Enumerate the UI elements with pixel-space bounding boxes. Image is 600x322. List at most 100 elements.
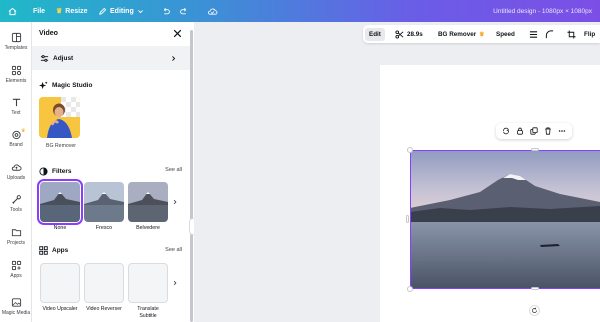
elements-icon	[11, 65, 21, 76]
adjust-row[interactable]: Adjust	[32, 46, 190, 70]
apps-see-all-link[interactable]: See all	[165, 247, 182, 253]
editing-mode-button[interactable]: Editing	[98, 0, 144, 22]
more-options-icon[interactable]	[558, 127, 566, 135]
editing-label: Editing	[110, 7, 134, 15]
rail-item-tools[interactable]: Tools	[0, 194, 32, 213]
filters-heading: Filters	[39, 167, 72, 176]
speed-button[interactable]: Speed	[496, 25, 515, 43]
video-frame-image	[410, 150, 600, 289]
app-video-reverser-label: Video Reverser	[86, 306, 122, 312]
filter-none[interactable]	[37, 179, 83, 225]
filters-see-all-link[interactable]: See all	[165, 167, 182, 173]
rail-item-projects[interactable]: Projects	[0, 227, 32, 246]
rail-label-tools: Tools	[10, 207, 22, 213]
adjust-label: Adjust	[53, 54, 74, 62]
context-toolbar: Edit 28.9s BG Remover ♛ Speed Flip	[363, 25, 600, 43]
panel-title: Video	[39, 30, 58, 37]
replace-icon[interactable]	[502, 127, 510, 135]
home-button[interactable]	[8, 0, 17, 22]
element-floating-toolbar	[496, 123, 572, 139]
undo-icon	[161, 7, 171, 16]
resize-handle-top[interactable]	[531, 148, 539, 151]
apps-heading: Apps	[39, 246, 68, 255]
crop-button[interactable]	[567, 25, 576, 43]
video-element[interactable]	[410, 150, 600, 289]
flip-label: Flip	[584, 30, 596, 38]
app-video-reverser[interactable]	[84, 263, 124, 303]
bg-remover-button[interactable]: BG Remover ♛	[438, 25, 485, 43]
rail-label-elements: Elements	[5, 78, 27, 84]
chevron-right-icon	[173, 280, 177, 286]
rotate-handle[interactable]	[529, 305, 540, 316]
crop-icon	[567, 29, 576, 39]
apps-icon	[11, 260, 21, 271]
rail-item-elements[interactable]: Elements	[0, 65, 32, 84]
filter-belvedere[interactable]	[128, 182, 168, 222]
lock-icon[interactable]	[516, 127, 524, 135]
apps-scroll-right-button[interactable]	[170, 263, 180, 303]
sparkle-icon	[39, 81, 48, 90]
rail-item-uploads[interactable]: Uploads	[0, 162, 32, 181]
edit-label: Edit	[369, 30, 381, 38]
file-menu[interactable]: File	[33, 0, 45, 22]
resize-button[interactable]: ♛ Resize	[56, 0, 87, 22]
filters-label: Filters	[52, 168, 72, 175]
undo-button[interactable]	[161, 0, 171, 22]
pencil-icon	[98, 7, 107, 16]
app-translate-subtitle[interactable]	[128, 263, 168, 303]
bg-remover-tool-label: BG Remover	[438, 30, 477, 38]
design-title: Untitled design - 1080px × 1080px	[493, 7, 592, 15]
edit-button[interactable]: Edit	[365, 27, 385, 41]
resize-handle-top-left[interactable]	[407, 147, 413, 153]
bg-remover-thumbnail[interactable]	[39, 97, 80, 138]
rail-item-templates[interactable]: Templates	[0, 32, 32, 51]
rail-label-brand: Brand	[9, 142, 23, 148]
duration-label: 28.9s	[407, 30, 423, 38]
video-panel: Video Adjust Magic Studio BG Remover Fil…	[32, 22, 190, 322]
flip-button[interactable]: Flip	[584, 25, 595, 43]
filter-fresco-label: Fresco	[95, 225, 113, 231]
scissors-icon	[395, 29, 404, 39]
trim-button[interactable]: 28.9s	[395, 25, 423, 43]
filter-fresco-thumbnail	[84, 182, 124, 222]
filters-icon	[39, 167, 48, 176]
bg-remover-image	[39, 97, 80, 138]
resize-label: Resize	[65, 7, 88, 15]
resize-handle-bottom-left[interactable]	[407, 286, 413, 292]
duplicate-icon[interactable]	[530, 127, 538, 135]
magic-studio-heading: Magic Studio	[39, 81, 92, 90]
resize-handle-bottom[interactable]	[531, 287, 539, 290]
tools-icon	[11, 195, 21, 204]
apps-label: Apps	[52, 247, 69, 254]
redo-icon	[179, 7, 189, 16]
resize-handle-left[interactable]	[406, 215, 409, 223]
app-video-upscaler[interactable]	[40, 263, 80, 303]
rail-item-magic-media[interactable]: Magic Media	[0, 297, 32, 316]
crown-icon: ♛	[56, 8, 63, 15]
magic-studio-label: Magic Studio	[52, 82, 93, 89]
close-icon[interactable]	[172, 28, 183, 39]
filter-fresco[interactable]	[84, 182, 124, 222]
rail-label-apps: Apps	[10, 273, 22, 279]
panel-scrollbar[interactable]	[190, 30, 193, 322]
rail-item-text[interactable]: Text	[0, 97, 32, 116]
rail-item-apps[interactable]: Apps	[0, 260, 32, 279]
brand-icon	[11, 130, 21, 140]
cloud-save-button[interactable]	[207, 0, 218, 22]
redo-button[interactable]	[179, 0, 189, 22]
line-spacing-button[interactable]	[529, 25, 538, 43]
filters-scroll-right-button[interactable]	[170, 182, 180, 222]
cloud-check-icon	[207, 7, 218, 16]
rail-label-text: Text	[11, 110, 21, 116]
corner-rounding-button[interactable]	[545, 25, 554, 43]
left-rail: Templates Elements Text ♛ Brand Uploads …	[0, 22, 32, 322]
filter-none-thumbnail	[40, 182, 80, 222]
speed-label: Speed	[496, 30, 515, 38]
home-icon	[8, 7, 17, 16]
rail-label-projects: Projects	[6, 240, 26, 246]
rail-item-brand[interactable]: ♛ Brand	[0, 128, 32, 148]
trash-icon[interactable]	[544, 127, 552, 135]
projects-icon	[11, 229, 21, 237]
app-translate-subtitle-label: Translate Subtitle	[137, 306, 159, 319]
rail-label-templates: Templates	[4, 45, 28, 51]
